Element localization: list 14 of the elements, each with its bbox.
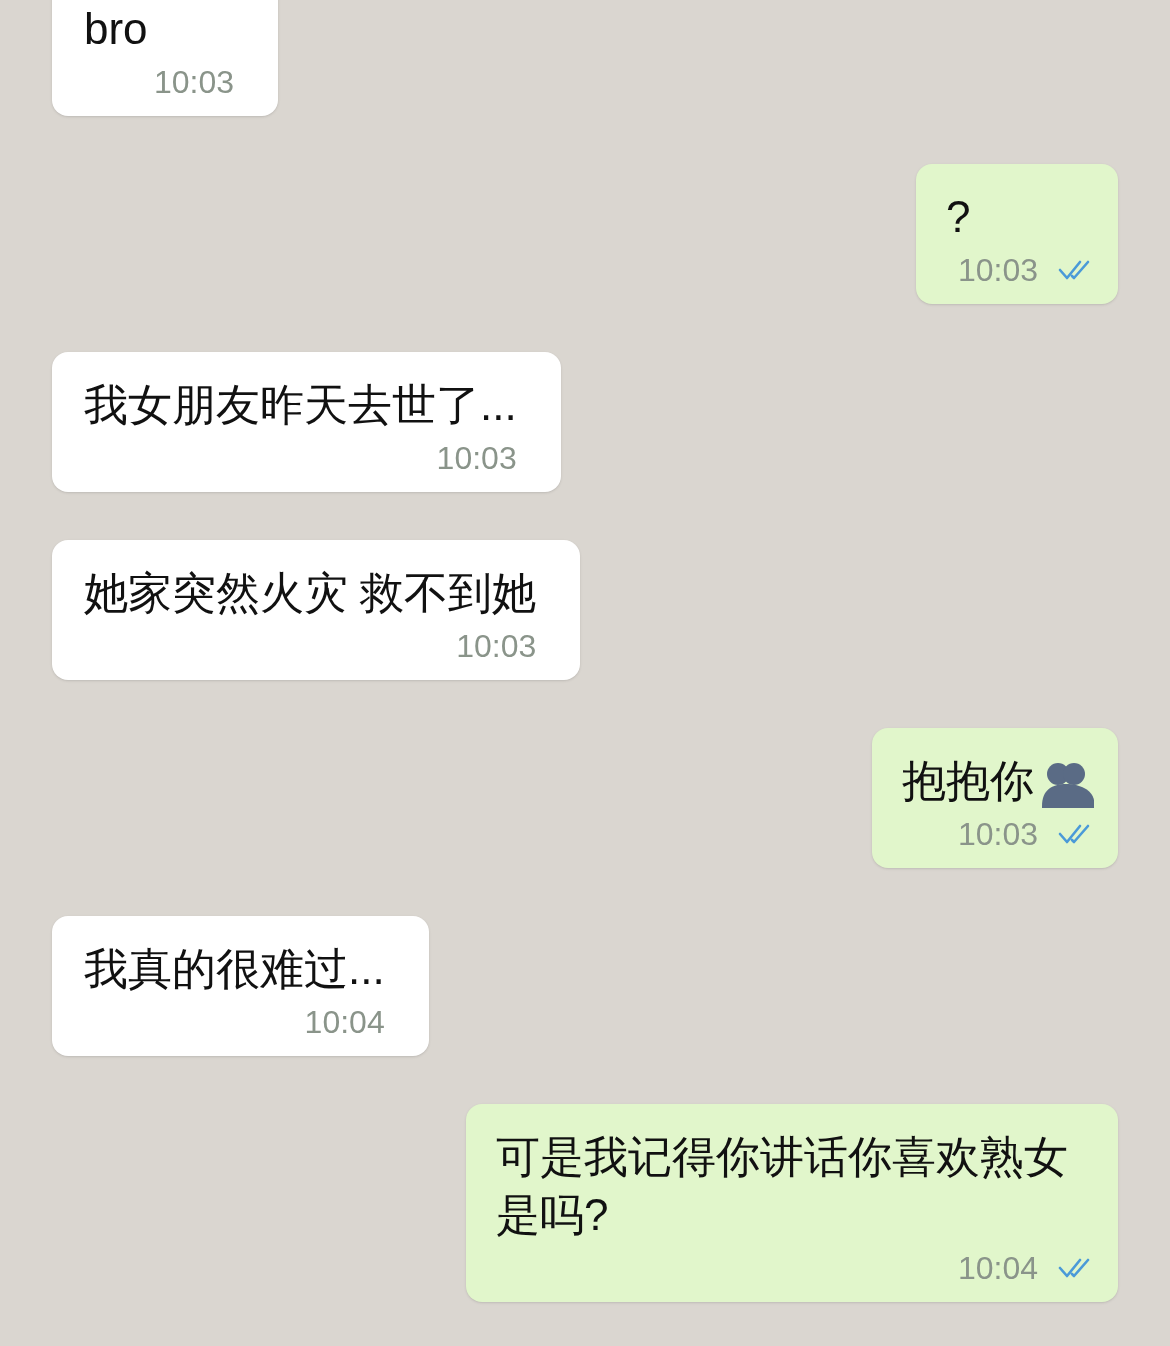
message-text: 可是我记得你讲话你喜欢熟女是吗? [496,1131,1069,1241]
message-time: 10:04 [304,1003,385,1042]
message-time: 10:03 [957,251,1038,290]
message-text: ? [946,191,971,243]
message-time: 10:03 [436,439,517,478]
message-time: 10:04 [957,1249,1038,1288]
message-text: 抱抱你 [902,755,1034,807]
message-text: 我真的很难过... [84,943,385,995]
message-text: 她家突然火灾 救不到她 [84,567,537,619]
message-text: bro [84,3,148,55]
message-text: 我女朋友昨天去世了... [84,379,517,431]
message-time: 10:03 [957,815,1038,854]
message-time: 10:03 [153,63,234,102]
message-time: 10:03 [456,627,537,666]
